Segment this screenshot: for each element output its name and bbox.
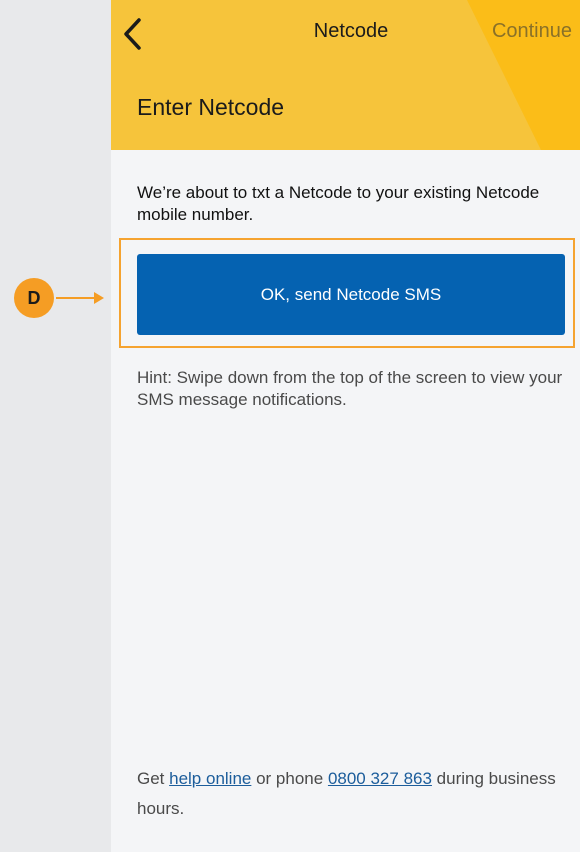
page-heading: Enter Netcode bbox=[137, 94, 285, 120]
back-button[interactable] bbox=[119, 14, 149, 54]
hint-text: Hint: Swipe down from the top of the scr… bbox=[137, 368, 563, 409]
help-online-link[interactable]: help online bbox=[169, 769, 251, 788]
phone-screen: Netcode Continue Enter Netcode We’re abo… bbox=[111, 0, 580, 852]
intro-text: We’re about to txt a Netcode to your exi… bbox=[137, 183, 540, 224]
chevron-left-icon bbox=[119, 14, 149, 54]
annotation-arrow-icon bbox=[56, 292, 104, 304]
footer-prefix: Get bbox=[137, 769, 170, 788]
continue-button[interactable]: Continue bbox=[492, 20, 572, 43]
send-netcode-sms-button[interactable]: OK, send Netcode SMS bbox=[137, 254, 565, 335]
nav-title: Netcode bbox=[313, 20, 389, 42]
phone-number-link[interactable]: 0800 327 863 bbox=[328, 769, 432, 788]
header-bar: Netcode Continue Enter Netcode bbox=[111, 0, 580, 150]
annotation-marker: D bbox=[14, 278, 54, 318]
footer-middle: or phone bbox=[251, 769, 328, 788]
footer-text: Get help online or phone 0800 327 863 du… bbox=[137, 764, 567, 824]
